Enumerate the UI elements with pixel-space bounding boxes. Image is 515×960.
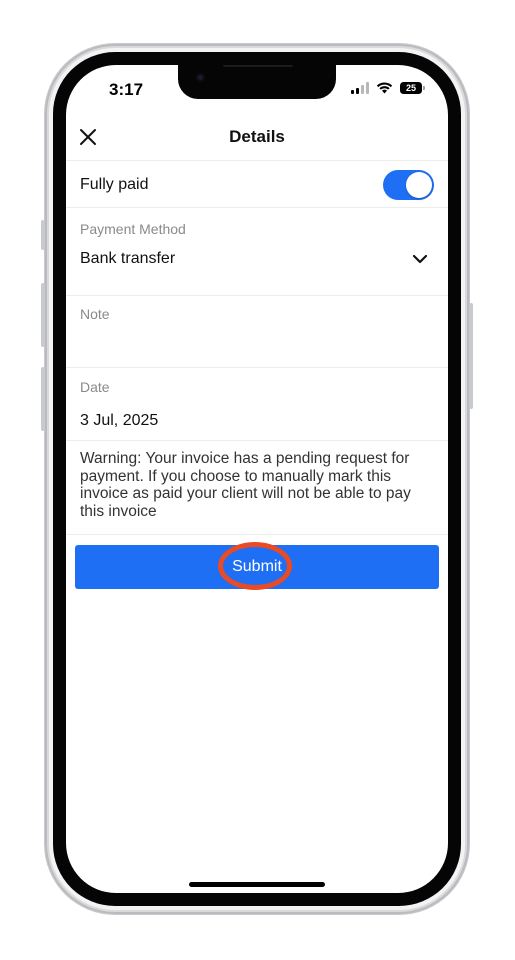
note-label: Note [80, 306, 110, 322]
page-title: Details [229, 127, 285, 146]
date-label: Date [80, 379, 110, 395]
speaker [223, 65, 293, 67]
date-value: 3 Jul, 2025 [80, 412, 159, 429]
header: Details [66, 118, 448, 161]
fully-paid-label: Fully paid [80, 176, 149, 193]
payment-method-value: Bank transfer [80, 250, 176, 267]
payment-method-field[interactable]: Payment Method Bank transfer [66, 208, 448, 296]
cellular-signal-icon [351, 82, 369, 94]
status-time: 3:17 [109, 80, 144, 99]
toggle-knob [406, 172, 432, 198]
payment-method-label: Payment Method [80, 221, 186, 237]
warning-text: Warning: Your invoice has a pending requ… [80, 450, 411, 520]
chevron-down-icon [412, 254, 428, 264]
volume-up-button [41, 283, 45, 347]
fully-paid-row: Fully paid [66, 161, 448, 208]
status-icons: 25 [351, 82, 425, 94]
notch [178, 65, 336, 99]
front-camera [196, 73, 205, 82]
date-field[interactable]: Date 3 Jul, 2025 [66, 368, 448, 441]
home-indicator[interactable] [189, 882, 325, 887]
volume-down-button [41, 367, 45, 431]
mute-switch [41, 220, 45, 250]
divider [66, 534, 448, 535]
note-field[interactable]: Note [66, 295, 448, 368]
highlight-circle-annotation [218, 542, 292, 590]
fully-paid-toggle[interactable] [383, 170, 434, 200]
phone-screen: 3:17 25 Details Fully paid Payment Metho… [66, 65, 448, 893]
power-button [469, 303, 473, 409]
battery-icon: 25 [400, 82, 425, 94]
wifi-icon [376, 82, 393, 94]
